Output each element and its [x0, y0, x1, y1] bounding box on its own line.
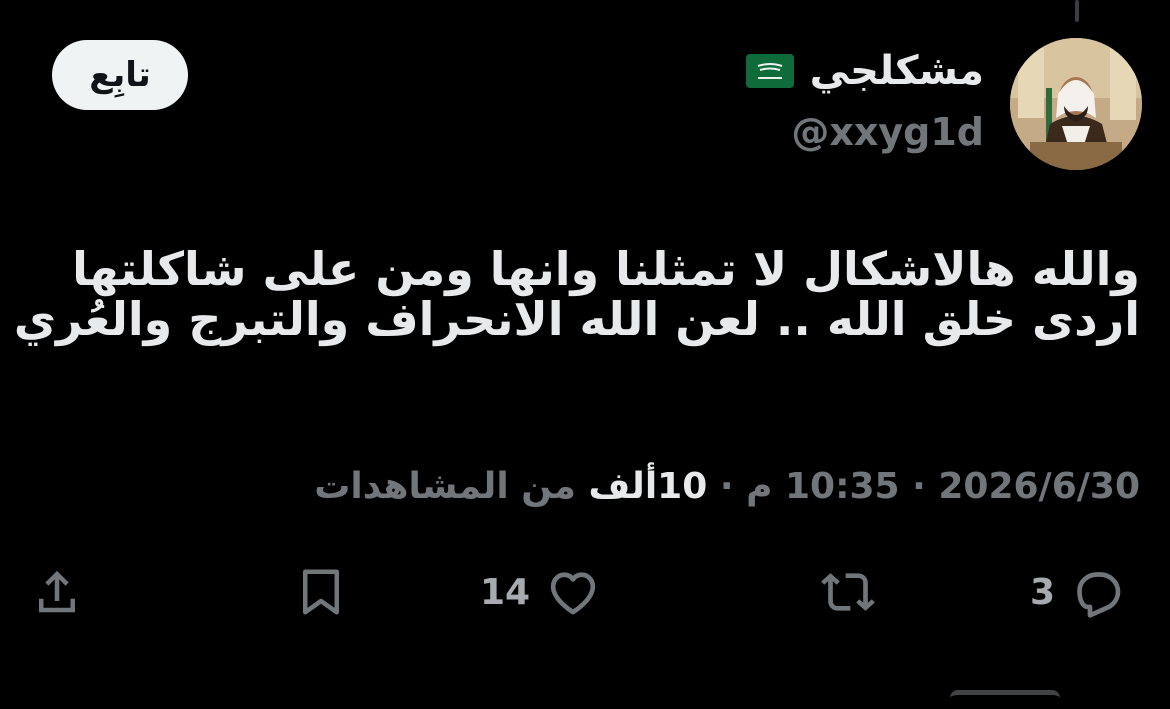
views-label: من المشاهدات: [314, 466, 576, 507]
saudi-flag-icon: [745, 54, 794, 88]
reply-icon: [1077, 572, 1121, 618]
meta-separator-2: ·: [719, 466, 734, 507]
tweet-date[interactable]: 2026/6/30: [938, 466, 1140, 507]
share-button[interactable]: [30, 560, 84, 624]
retweet-button[interactable]: [816, 560, 880, 624]
like-button[interactable]: 14: [480, 560, 602, 624]
tweet-time[interactable]: 10:35 م: [746, 466, 900, 507]
avatar-image: [1010, 38, 1142, 170]
next-content-peek: [950, 690, 1060, 709]
display-name[interactable]: مشكلجي: [810, 48, 984, 94]
avatar[interactable]: [1010, 38, 1142, 170]
reply-button[interactable]: 3: [1030, 560, 1125, 624]
heart-icon: [550, 572, 596, 615]
share-icon: [39, 570, 75, 613]
reply-count: 3: [1030, 571, 1056, 613]
tweet-meta: 2026/6/30 · 10:35 م · 10ألف من المشاهدات: [314, 466, 1140, 507]
tweet-text: والله هالاشكال لا تمثلنا وانها ومن على ش…: [13, 242, 1140, 346]
bookmark-icon: [303, 569, 339, 615]
views-count[interactable]: 10ألف: [588, 466, 707, 507]
action-bar: 3 14: [0, 560, 1170, 624]
bookmark-button[interactable]: [294, 560, 348, 624]
author-name-row: مشكلجي: [745, 48, 984, 94]
follow-button[interactable]: تابِع: [52, 40, 188, 110]
meta-separator: ·: [912, 466, 926, 507]
thread-connector-line: [1075, 0, 1079, 22]
like-count: 14: [480, 571, 531, 613]
tweet-line-2: اردى خلق الله .. لعن الله الانحراف والتب…: [13, 292, 1140, 346]
tweet-line-1: والله هالاشكال لا تمثلنا وانها ومن على ش…: [72, 242, 1140, 296]
author-handle[interactable]: @xxyg1d: [791, 110, 984, 154]
retweet-icon: [821, 573, 875, 611]
